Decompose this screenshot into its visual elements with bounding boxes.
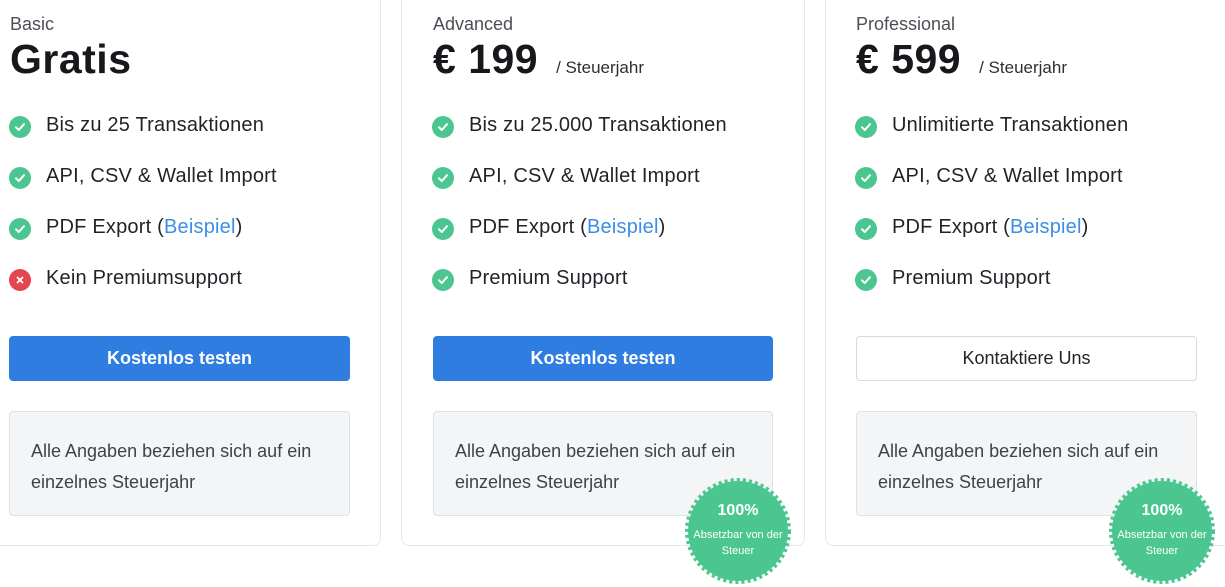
check-circle-icon [9, 167, 31, 189]
free-trial-button[interactable]: Kostenlos testen [9, 336, 350, 381]
feature-text: Bis zu 25 Transaktionen [46, 114, 265, 136]
example-link[interactable]: Beispiel [587, 216, 659, 238]
feature-text: PDF Export (Beispiel) [46, 214, 243, 240]
example-link[interactable]: Beispiel [1010, 216, 1082, 238]
feature-item: PDF Export (Beispiel) [855, 214, 1225, 265]
plan-tier-label: Advanced [433, 14, 514, 34]
plan-price-row: Gratis [10, 36, 132, 83]
feature-text: API, CSV & Wallet Import [46, 165, 277, 187]
plan-price: € 599 [856, 36, 962, 82]
feature-text-prefix: PDF Export ( [469, 216, 587, 238]
feature-item: Unlimitierte Transaktionen [855, 112, 1225, 163]
check-circle-icon [432, 116, 454, 138]
feature-list: Unlimitierte Transaktionen API, CSV & Wa… [855, 112, 1225, 316]
feature-text-suffix: ) [1081, 216, 1089, 238]
badge-text: Absetzbar von der Steuer [1117, 529, 1207, 557]
feature-item: Premium Support [855, 265, 1225, 316]
feature-text: PDF Export (Beispiel) [469, 214, 666, 240]
check-circle-icon [432, 269, 454, 291]
check-circle-icon [9, 218, 31, 240]
feature-text-suffix: ) [658, 216, 666, 238]
plan-tier-label: Professional [856, 14, 956, 34]
badge-text: Absetzbar von der Steuer [693, 529, 783, 557]
info-note: Alle Angaben beziehen sich auf ein einze… [9, 411, 350, 516]
plan-period: / Steuerjahr [556, 58, 644, 77]
check-circle-icon [855, 167, 877, 189]
check-circle-icon [432, 218, 454, 240]
free-trial-button[interactable]: Kostenlos testen [433, 336, 773, 381]
check-circle-icon [432, 167, 454, 189]
feature-text: Unlimitierte Transaktionen [892, 114, 1129, 136]
feature-text: API, CSV & Wallet Import [892, 165, 1123, 187]
cross-circle-icon [9, 269, 31, 291]
feature-text-suffix: ) [235, 216, 243, 238]
plan-price: Gratis [10, 36, 132, 82]
feature-text: API, CSV & Wallet Import [469, 165, 700, 187]
badge-percent: 100% [717, 502, 759, 519]
plan-price-row: € 199 / Steuerjahr [433, 36, 644, 83]
feature-text: Bis zu 25.000 Transaktionen [469, 114, 727, 136]
feature-text-prefix: PDF Export ( [46, 216, 164, 238]
feature-text: Premium Support [892, 267, 1051, 289]
badge-percent: 100% [1141, 502, 1183, 519]
plan-price: € 199 [433, 36, 539, 82]
feature-text: PDF Export (Beispiel) [892, 214, 1089, 240]
feature-text: Kein Premiumsupport [46, 267, 243, 289]
plan-tier-label: Basic [10, 14, 55, 34]
check-circle-icon [855, 218, 877, 240]
plan-price-row: € 599 / Steuerjahr [856, 36, 1067, 83]
tax-deductible-badge: 100% Absetzbar von der Steuer [684, 477, 792, 585]
tax-deductible-badge: 100% Absetzbar von der Steuer [1108, 477, 1216, 585]
feature-text-prefix: PDF Export ( [892, 216, 1010, 238]
check-circle-icon [9, 116, 31, 138]
check-circle-icon [855, 116, 877, 138]
example-link[interactable]: Beispiel [164, 216, 236, 238]
feature-text: Premium Support [469, 267, 628, 289]
plan-period: / Steuerjahr [979, 58, 1067, 77]
contact-us-button[interactable]: Kontaktiere Uns [856, 336, 1197, 381]
check-circle-icon [855, 269, 877, 291]
feature-item: API, CSV & Wallet Import [855, 163, 1225, 214]
